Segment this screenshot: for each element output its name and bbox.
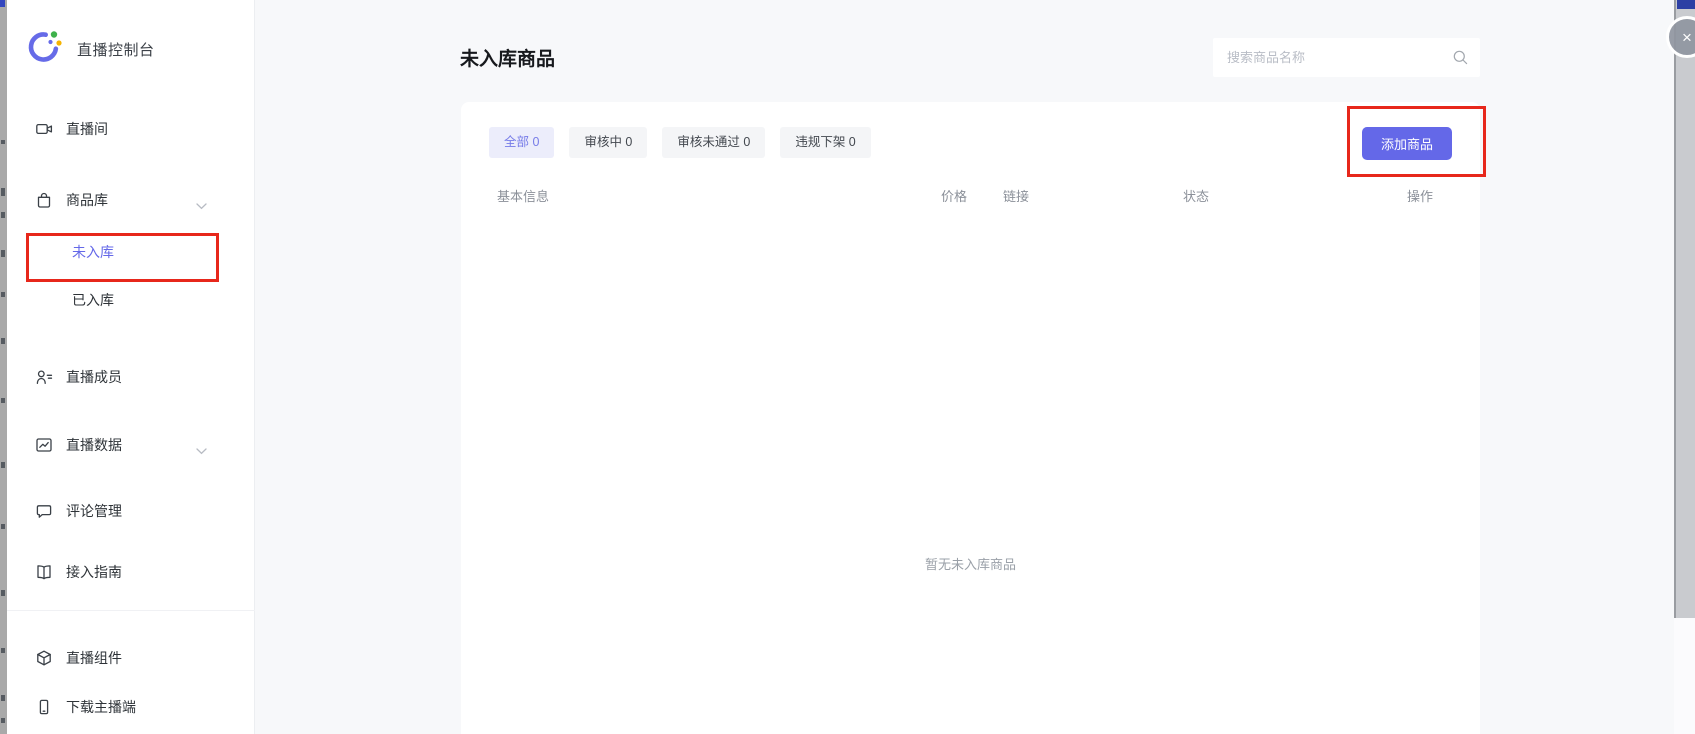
members-icon (35, 368, 53, 386)
comment-icon (35, 502, 53, 520)
sidebar-item-not-in-stock[interactable]: 未入库 (72, 238, 272, 266)
app-logo-icon (27, 28, 64, 70)
sidebar-item-live-data[interactable]: 直播数据 (35, 431, 235, 459)
sidebar-item-label: 评论管理 (66, 501, 122, 521)
sidebar-item-live-room[interactable]: 直播间 (35, 115, 235, 143)
sidebar-item-label: 直播组件 (66, 648, 122, 668)
background-window-edge (0, 0, 7, 734)
product-list-card: 全部 0 审核中 0 审核未通过 0 违规下架 0 添加商品 基本信息 价格 链… (461, 102, 1480, 734)
column-header-basic-info: 基本信息 (497, 186, 549, 205)
phone-icon (35, 698, 53, 716)
search-input[interactable] (1213, 38, 1480, 77)
search-icon[interactable] (1453, 50, 1468, 65)
live-console-page: { "app": { "title": "直播控制台" }, "sidebar"… (0, 0, 1695, 734)
sidebar-item-live-members[interactable]: 直播成员 (35, 363, 235, 391)
background-window-fragment (1677, 0, 1695, 9)
close-icon: × (1682, 29, 1692, 46)
sidebar-divider (7, 610, 255, 611)
sidebar-item-download-anchor-client[interactable]: 下载主播端 (35, 693, 235, 721)
column-header-actions: 操作 (1407, 186, 1433, 205)
background-window-fragment (0, 0, 5, 7)
sidebar-item-label: 下载主播端 (66, 697, 136, 717)
tab-removed-violation[interactable]: 违规下架 0 (780, 127, 870, 158)
tab-all[interactable]: 全部 0 (489, 127, 554, 158)
sidebar-item-live-components[interactable]: 直播组件 (35, 644, 235, 672)
page-title: 未入库商品 (460, 44, 555, 71)
sidebar-item-label: 商品库 (66, 190, 108, 210)
background-window-edge (1674, 618, 1695, 734)
status-filter-tabs: 全部 0 审核中 0 审核未通过 0 违规下架 0 (489, 127, 871, 158)
chevron-down-icon (196, 442, 207, 460)
sidebar-item-label: 接入指南 (66, 562, 122, 582)
sidebar-item-comment-management[interactable]: 评论管理 (35, 497, 235, 525)
chart-icon (35, 436, 53, 454)
search-box (1213, 38, 1480, 77)
column-header-link: 链接 (1003, 186, 1029, 205)
column-header-price: 价格 (941, 186, 967, 205)
tab-under-review[interactable]: 审核中 0 (569, 127, 647, 158)
app-title: 直播控制台 (77, 39, 155, 60)
sidebar-item-label: 直播成员 (66, 367, 122, 387)
empty-state-text: 暂无未入库商品 (461, 554, 1480, 573)
sidebar-item-label: 直播数据 (66, 435, 122, 455)
tab-review-failed[interactable]: 审核未通过 0 (662, 127, 765, 158)
sidebar: 直播控制台 直播间 商品库 未入库 已入库 直播成员 直播数据 (7, 0, 255, 734)
sidebar-item-label: 未入库 (72, 242, 114, 262)
sidebar-item-label: 已入库 (72, 290, 114, 310)
sidebar-item-product-library[interactable]: 商品库 (35, 186, 235, 214)
book-icon (35, 563, 53, 581)
column-header-status: 状态 (1183, 186, 1209, 205)
shopping-bag-icon (35, 191, 53, 209)
add-product-button[interactable]: 添加商品 (1362, 127, 1452, 160)
close-overlay-button[interactable]: × (1666, 16, 1695, 58)
sidebar-item-in-stock[interactable]: 已入库 (72, 286, 272, 314)
camera-icon (35, 120, 53, 138)
brand: 直播控制台 (27, 28, 155, 70)
sidebar-item-label: 直播间 (66, 119, 108, 139)
background-scrollbar (1674, 0, 1695, 618)
sidebar-item-access-guide[interactable]: 接入指南 (35, 558, 235, 586)
cube-icon (35, 649, 53, 667)
chevron-down-icon (196, 197, 207, 215)
